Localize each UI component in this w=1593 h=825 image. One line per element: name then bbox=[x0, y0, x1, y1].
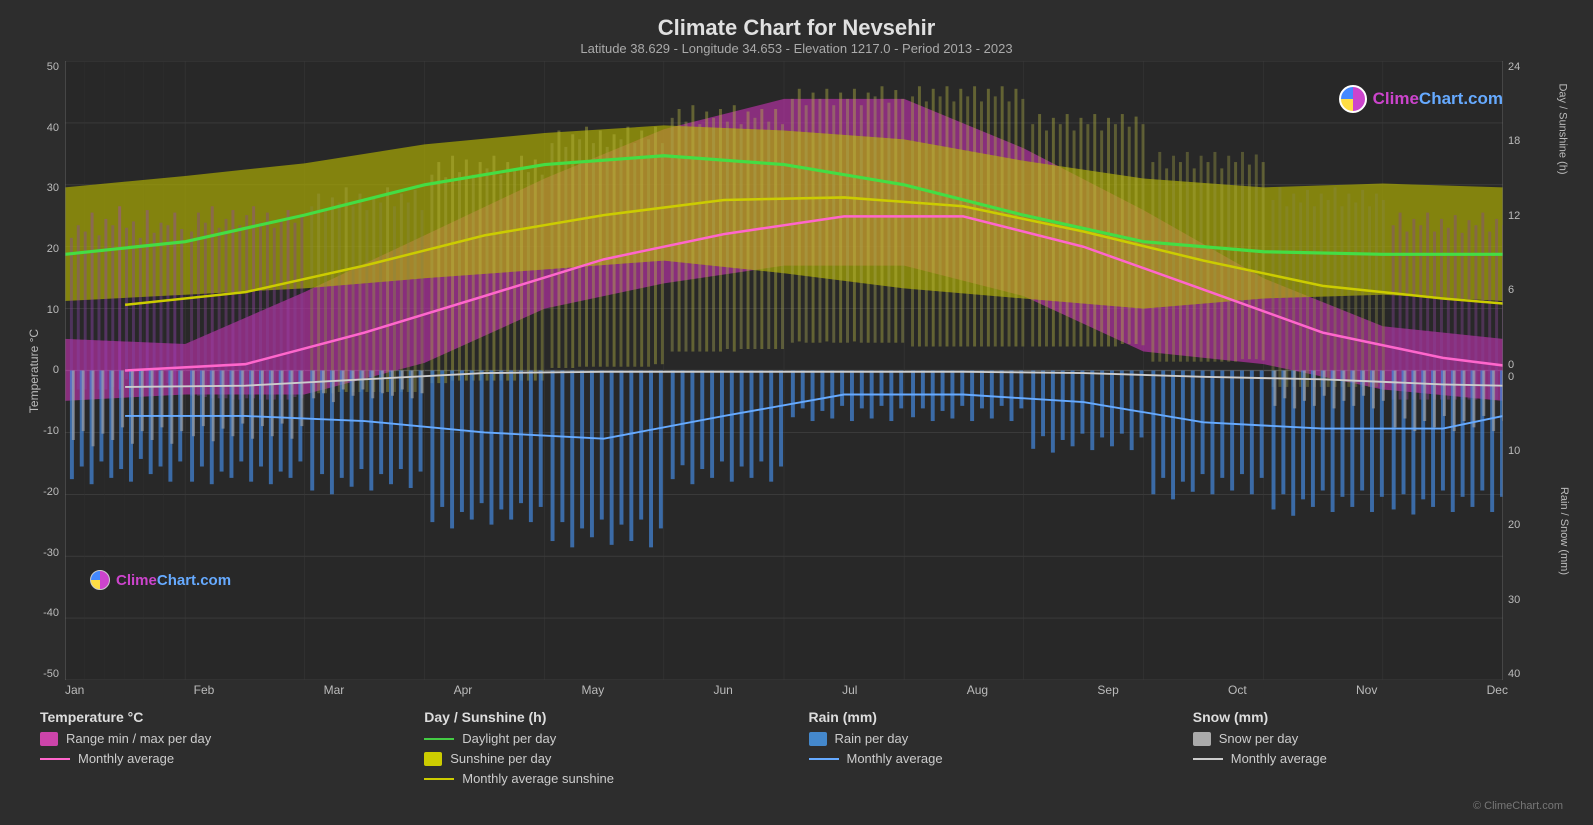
legend-rain-per-day: Rain per day bbox=[809, 731, 1169, 746]
watermark-chart-area: ClimeChart.com bbox=[90, 570, 231, 590]
legend-snow-title: Snow (mm) bbox=[1193, 709, 1553, 725]
legend-avg-sunshine: Monthly average sunshine bbox=[424, 771, 784, 786]
chart-area bbox=[65, 61, 1503, 680]
avg-sunshine-swatch bbox=[424, 778, 454, 780]
month-aug: Aug bbox=[967, 683, 988, 697]
y-axes-right: Day / Sunshine (h) 24 18 12 6 0 Rain / S… bbox=[1503, 61, 1573, 680]
legend-temp-range: Range min / max per day bbox=[40, 731, 400, 746]
daylight-swatch bbox=[424, 738, 454, 740]
watermark: © ClimeChart.com bbox=[20, 800, 1573, 815]
legend-rain: Rain (mm) Rain per day Monthly average bbox=[799, 705, 1179, 795]
logo-text: ClimeChart.com bbox=[1373, 89, 1503, 109]
legend-sunshine-per-day-label: Sunshine per day bbox=[450, 751, 551, 766]
month-mar: Mar bbox=[324, 683, 345, 697]
legend-temp-avg-label: Monthly average bbox=[78, 751, 174, 766]
legend-snow-per-day: Snow per day bbox=[1193, 731, 1553, 746]
month-sep: Sep bbox=[1097, 683, 1118, 697]
legend-rain-title: Rain (mm) bbox=[809, 709, 1169, 725]
month-jun: Jun bbox=[713, 683, 732, 697]
legend-area: Temperature °C Range min / max per day M… bbox=[20, 697, 1573, 800]
temp-range-swatch bbox=[40, 732, 58, 746]
legend-snow-avg-label: Monthly average bbox=[1231, 751, 1327, 766]
chart-wrapper: Temperature °C 50 40 30 20 10 0 -10 -20 … bbox=[20, 61, 1573, 680]
legend-daylight: Daylight per day bbox=[424, 731, 784, 746]
y-axis-right-top: Day / Sunshine (h) 24 18 12 6 0 bbox=[1503, 61, 1573, 371]
sunshine-swatch bbox=[424, 752, 442, 766]
chart-svg bbox=[65, 61, 1503, 680]
logo-text-small: ClimeChart.com bbox=[116, 572, 231, 589]
temp-avg-line-swatch bbox=[40, 758, 70, 760]
snow-avg-swatch bbox=[1193, 758, 1223, 760]
legend-rain-avg: Monthly average bbox=[809, 751, 1169, 766]
logo-icon bbox=[1339, 85, 1367, 113]
legend-snow-per-day-label: Snow per day bbox=[1219, 731, 1299, 746]
page-container: Climate Chart for Nevsehir Latitude 38.6… bbox=[0, 0, 1593, 825]
y-axis-right-bottom: Rain / Snow (mm) 0 10 20 30 40 bbox=[1503, 371, 1573, 681]
legend-temp-avg: Monthly average bbox=[40, 751, 400, 766]
legend-avg-sunshine-label: Monthly average sunshine bbox=[462, 771, 614, 786]
legend-snow-avg: Monthly average bbox=[1193, 751, 1553, 766]
legend-snow: Snow (mm) Snow per day Monthly average bbox=[1183, 705, 1563, 795]
logo-icon-small bbox=[90, 570, 110, 590]
snow-swatch bbox=[1193, 732, 1211, 746]
legend-temp-title: Temperature °C bbox=[40, 709, 400, 725]
month-jul: Jul bbox=[842, 683, 857, 697]
month-oct: Oct bbox=[1228, 683, 1247, 697]
rain-swatch bbox=[809, 732, 827, 746]
x-axis: Jan Feb Mar Apr May Jun Jul Aug Sep Oct … bbox=[20, 680, 1508, 697]
legend-sunshine-title: Day / Sunshine (h) bbox=[424, 709, 784, 725]
legend-temperature: Temperature °C Range min / max per day M… bbox=[30, 705, 410, 795]
legend-daylight-label: Daylight per day bbox=[462, 731, 556, 746]
month-nov: Nov bbox=[1356, 683, 1377, 697]
y-left-label: Temperature °C bbox=[27, 328, 41, 412]
rain-avg-swatch bbox=[809, 758, 839, 760]
logo-overlay: ClimeChart.com bbox=[1339, 85, 1503, 113]
month-apr: Apr bbox=[454, 683, 473, 697]
legend-rain-per-day-label: Rain per day bbox=[835, 731, 909, 746]
chart-title: Climate Chart for Nevsehir bbox=[20, 15, 1573, 41]
month-jan: Jan bbox=[65, 683, 84, 697]
legend-rain-avg-label: Monthly average bbox=[847, 751, 943, 766]
chart-subtitle: Latitude 38.629 - Longitude 34.653 - Ele… bbox=[20, 41, 1573, 56]
legend-temp-range-label: Range min / max per day bbox=[66, 731, 211, 746]
legend-sunshine-per-day: Sunshine per day bbox=[424, 751, 784, 766]
month-may: May bbox=[582, 683, 605, 697]
month-feb: Feb bbox=[194, 683, 215, 697]
month-dec: Dec bbox=[1487, 683, 1508, 697]
y-axis-left: Temperature °C 50 40 30 20 10 0 -10 -20 … bbox=[20, 61, 65, 680]
legend-sunshine: Day / Sunshine (h) Daylight per day Suns… bbox=[414, 705, 794, 795]
